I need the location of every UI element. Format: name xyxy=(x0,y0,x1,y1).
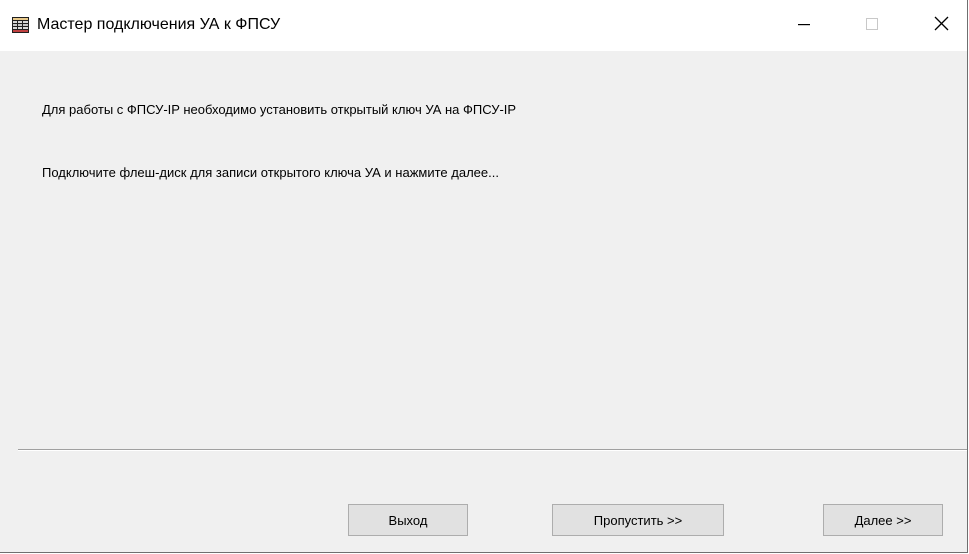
button-panel xyxy=(18,449,967,553)
skip-button[interactable]: Пропустить >> xyxy=(552,504,724,536)
maximize-button[interactable] xyxy=(849,0,895,51)
instruction-message: Подключите флеш-диск для записи открытог… xyxy=(42,165,499,180)
next-button[interactable]: Далее >> xyxy=(823,504,943,536)
wizard-content: Для работы с ФПСУ-IP необходимо установи… xyxy=(0,51,967,449)
title-bar[interactable]: Мастер подключения УА к ФПСУ xyxy=(0,0,967,51)
window-title: Мастер подключения УА к ФПСУ xyxy=(37,16,281,33)
wizard-window: Мастер подключения УА к ФПСУ Для работы … xyxy=(0,0,968,553)
minimize-icon xyxy=(798,17,810,35)
minimize-button[interactable] xyxy=(781,0,827,51)
close-button[interactable] xyxy=(918,0,964,51)
exit-button[interactable]: Выход xyxy=(348,504,468,536)
close-icon xyxy=(934,16,949,36)
grid-app-icon xyxy=(12,17,29,33)
info-message: Для работы с ФПСУ-IP необходимо установи… xyxy=(42,102,517,117)
maximize-icon xyxy=(866,17,878,35)
